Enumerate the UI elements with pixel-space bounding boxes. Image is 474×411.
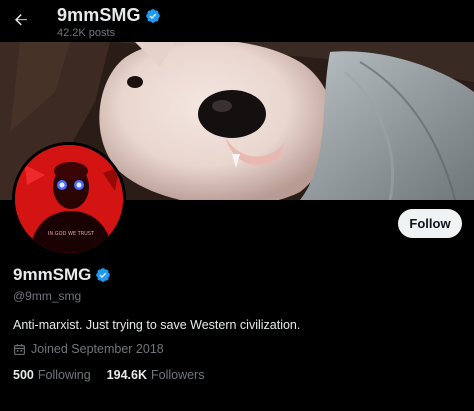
- profile-handle: @9mm_smg: [13, 289, 82, 303]
- joined-date-text: Joined September 2018: [31, 342, 164, 356]
- profile-bio: Anti-marxist. Just trying to save Wester…: [13, 318, 301, 332]
- avatar-red-portrait-image: IN GOD WE TRUST: [15, 145, 123, 253]
- following-count: 500: [13, 368, 34, 382]
- followers-stat-link[interactable]: 194.6K Followers: [107, 368, 205, 382]
- follow-stats: 500 Following 194.6K Followers: [13, 368, 204, 382]
- header-display-name: 9mmSMG: [57, 5, 141, 25]
- verified-badge-icon[interactable]: [95, 267, 111, 283]
- profile-name-row: 9mmSMG: [13, 265, 111, 285]
- arrow-left-icon: [15, 14, 27, 26]
- back-button[interactable]: [10, 9, 32, 31]
- profile-header-bar: 9mmSMG 42.2K posts: [0, 0, 474, 42]
- post-count: 42.2K posts: [57, 27, 116, 39]
- avatar-image: IN GOD WE TRUST: [15, 145, 123, 253]
- joined-date-row: Joined September 2018: [13, 342, 164, 356]
- header-title-row: 9mmSMG: [57, 5, 161, 26]
- followers-count: 194.6K: [106, 368, 147, 382]
- profile-avatar[interactable]: IN GOD WE TRUST: [12, 142, 126, 256]
- follow-button[interactable]: Follow: [398, 209, 462, 238]
- following-stat-link[interactable]: 500 Following: [13, 368, 91, 382]
- verified-badge-icon: [145, 8, 160, 23]
- calendar-icon: [14, 343, 25, 355]
- avatar-shirt-text: IN GOD WE TRUST: [48, 231, 95, 237]
- following-label: Following: [37, 368, 91, 382]
- profile-display-name: 9mmSMG: [13, 265, 92, 284]
- followers-label: Followers: [150, 368, 205, 382]
